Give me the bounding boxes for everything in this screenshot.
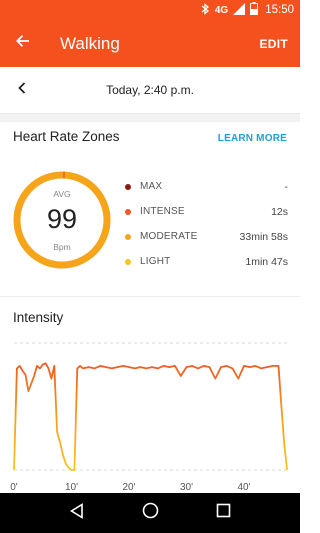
section-separator <box>0 114 300 122</box>
system-nav-bar <box>0 493 300 533</box>
battery-icon <box>250 2 259 18</box>
heart-rate-zones-title: Heart Rate Zones <box>13 129 120 144</box>
page-title: Walking <box>60 33 120 53</box>
previous-date-button[interactable] <box>0 67 44 114</box>
zone-name: LIGHT <box>140 256 171 267</box>
zone-value: 12s <box>271 205 288 218</box>
x-tick-label: 0' <box>10 482 18 493</box>
zone-value: 33min 58s <box>239 230 288 243</box>
back-button[interactable] <box>0 20 45 67</box>
zone-row-light: LIGHT 1min 47s <box>125 249 288 274</box>
learn-more-link[interactable]: LEARN MORE <box>218 133 287 144</box>
zone-row-intense: INTENSE 12s <box>125 199 288 224</box>
intensity-title: Intensity <box>13 310 64 325</box>
chevron-left-icon <box>18 81 26 99</box>
section-divider <box>0 296 300 297</box>
zone-name: MAX <box>140 181 163 192</box>
recents-square-icon[interactable] <box>216 503 231 523</box>
x-tick-label: 30' <box>180 482 193 493</box>
network-type: 4G <box>214 4 229 16</box>
back-triangle-icon[interactable] <box>69 502 85 524</box>
avg-heart-rate-value: 99 <box>46 204 78 234</box>
intensity-series-line <box>13 362 288 471</box>
heart-rate-unit: Bpm <box>53 242 71 252</box>
zone-list: MAX - INTENSE 12s MODERATE 33min 58s LIG… <box>125 174 288 274</box>
app-bar: Walking EDIT <box>0 20 300 67</box>
zone-row-moderate: MODERATE 33min 58s <box>125 224 288 249</box>
date-navigator: Today, 2:40 p.m. <box>0 67 300 114</box>
status-bar: 4G 15:50 <box>0 0 300 20</box>
zone-dot-light <box>125 258 131 265</box>
x-tick-label: 20' <box>122 482 135 493</box>
intensity-chart: 0' 10' 20' 30' 40' <box>10 342 290 493</box>
bluetooth-icon <box>201 2 210 18</box>
zone-name: MODERATE <box>140 231 198 242</box>
date-label: Today, 2:40 p.m. <box>106 83 194 97</box>
zone-dot-intense <box>125 208 131 215</box>
zone-value: 1min 47s <box>245 255 288 268</box>
zone-dot-max <box>125 183 131 190</box>
zone-row-max: MAX - <box>125 174 288 199</box>
zone-name: INTENSE <box>140 206 185 217</box>
edit-button[interactable]: EDIT <box>259 37 288 51</box>
x-tick-label: 40' <box>237 482 250 493</box>
zone-value: - <box>284 180 289 193</box>
home-circle-icon[interactable] <box>142 502 159 524</box>
zone-dot-moderate <box>125 233 131 240</box>
status-time: 15:50 <box>265 4 294 16</box>
arrow-left-icon <box>15 34 30 53</box>
avg-label: AVG <box>53 189 71 199</box>
signal-icon <box>233 2 246 18</box>
x-tick-label: 10' <box>65 482 78 493</box>
